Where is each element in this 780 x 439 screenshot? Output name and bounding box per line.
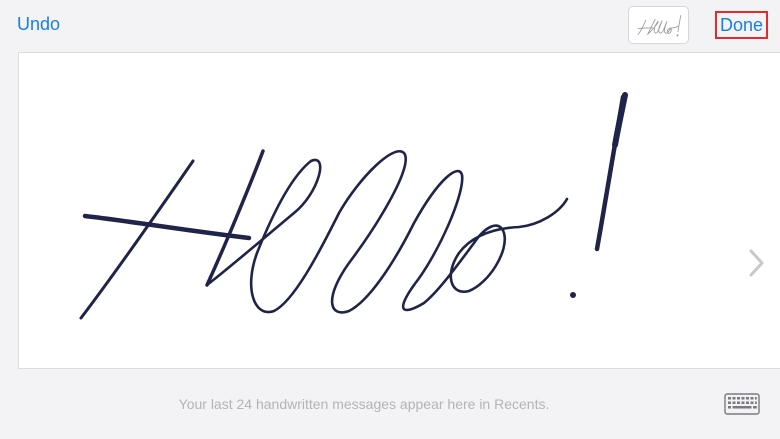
keyboard-icon[interactable] bbox=[724, 393, 760, 415]
done-button[interactable]: Done bbox=[715, 11, 768, 39]
chevron-right-icon[interactable] bbox=[747, 247, 767, 279]
recents-hint: Your last 24 handwritten messages appear… bbox=[178, 396, 550, 412]
handwriting-canvas[interactable] bbox=[18, 52, 780, 369]
handwriting-screen: Undo Done Your last 24 handwritten messa… bbox=[0, 0, 780, 439]
recent-handwriting-image bbox=[637, 15, 682, 37]
undo-button[interactable]: Undo bbox=[17, 14, 60, 35]
handwriting-ink bbox=[79, 92, 628, 320]
recent-handwriting-thumbnail[interactable] bbox=[628, 6, 689, 44]
